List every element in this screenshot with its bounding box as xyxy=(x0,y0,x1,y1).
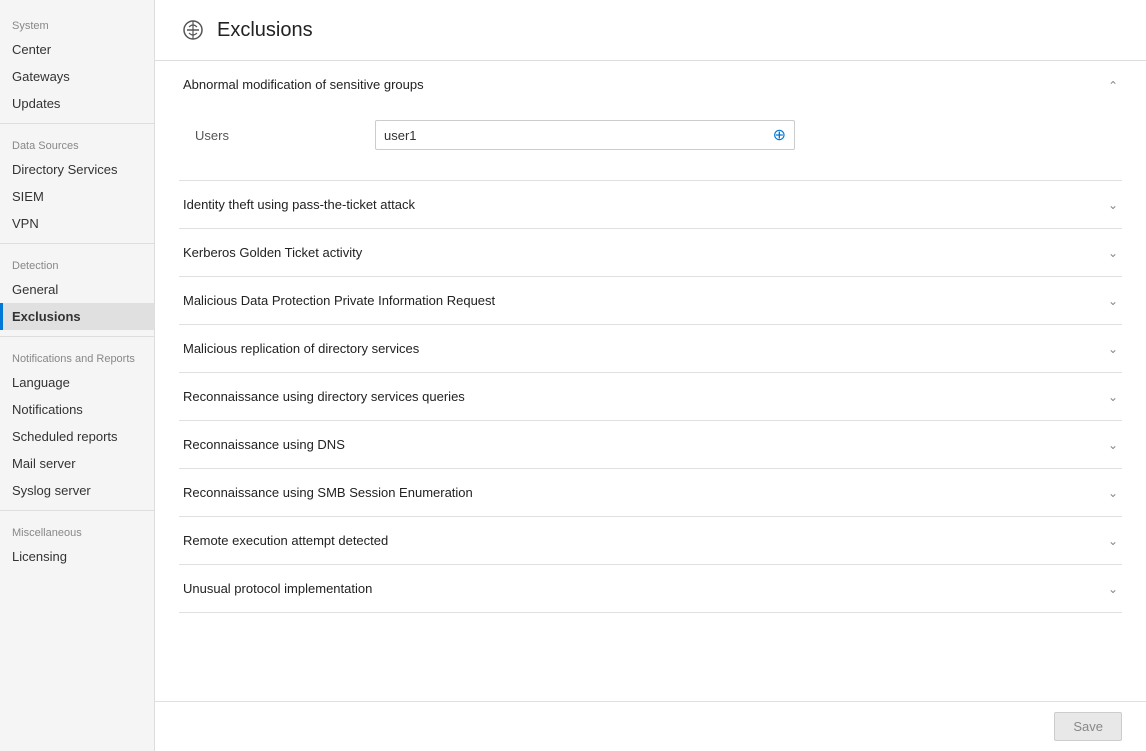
field-row-users: Users ⊕ xyxy=(195,120,1106,150)
accordion-header-recon-directory[interactable]: Reconnaissance using directory services … xyxy=(179,373,1122,420)
users-input[interactable] xyxy=(384,128,767,143)
sidebar-section-1: Data Sources xyxy=(0,130,154,156)
accordion-item-unusual-protocol: Unusual protocol implementation ⌄ xyxy=(179,565,1122,613)
accordion-header-malicious-replication[interactable]: Malicious replication of directory servi… xyxy=(179,325,1122,372)
sidebar-divider xyxy=(0,510,154,511)
chevron-abnormal-modification: ⌄ xyxy=(1108,78,1118,92)
sidebar-item-licensing[interactable]: Licensing xyxy=(0,543,154,570)
chevron-malicious-replication: ⌄ xyxy=(1108,342,1118,356)
sidebar-item-mail-server[interactable]: Mail server xyxy=(0,450,154,477)
accordion-item-malicious-replication: Malicious replication of directory servi… xyxy=(179,325,1122,373)
chevron-recon-smb: ⌄ xyxy=(1108,486,1118,500)
sidebar-item-gateways[interactable]: Gateways xyxy=(0,63,154,90)
accordion-header-remote-execution[interactable]: Remote execution attempt detected ⌄ xyxy=(179,517,1122,564)
accordion-header-recon-dns[interactable]: Reconnaissance using DNS ⌄ xyxy=(179,421,1122,468)
chevron-unusual-protocol: ⌄ xyxy=(1108,582,1118,596)
accordion-item-kerberos-golden: Kerberos Golden Ticket activity ⌄ xyxy=(179,229,1122,277)
chevron-kerberos-golden: ⌄ xyxy=(1108,246,1118,260)
accordion-item-remote-execution: Remote execution attempt detected ⌄ xyxy=(179,517,1122,565)
accordion-title-recon-dns: Reconnaissance using DNS xyxy=(183,437,345,452)
sidebar-divider xyxy=(0,123,154,124)
chevron-identity-theft: ⌄ xyxy=(1108,198,1118,212)
accordion-item-identity-theft: Identity theft using pass-the-ticket att… xyxy=(179,181,1122,229)
sidebar-item-general[interactable]: General xyxy=(0,276,154,303)
accordion-item-malicious-data: Malicious Data Protection Private Inform… xyxy=(179,277,1122,325)
sidebar-section-3: Notifications and Reports xyxy=(0,343,154,369)
accordion-title-abnormal-modification: Abnormal modification of sensitive group… xyxy=(183,77,424,92)
sidebar-item-language[interactable]: Language xyxy=(0,369,154,396)
accordion-item-abnormal-modification: Abnormal modification of sensitive group… xyxy=(179,61,1122,181)
accordion-item-recon-directory: Reconnaissance using directory services … xyxy=(179,373,1122,421)
sidebar: SystemCenterGatewaysUpdatesData SourcesD… xyxy=(0,0,155,751)
sidebar-item-center[interactable]: Center xyxy=(0,36,154,63)
accordion-title-recon-directory: Reconnaissance using directory services … xyxy=(183,389,465,404)
accordion-header-unusual-protocol[interactable]: Unusual protocol implementation ⌄ xyxy=(179,565,1122,612)
exclusions-icon xyxy=(179,16,207,44)
accordion-item-recon-smb: Reconnaissance using SMB Session Enumera… xyxy=(179,469,1122,517)
page-title: Exclusions xyxy=(217,19,313,42)
sidebar-item-exclusions[interactable]: Exclusions xyxy=(0,303,154,330)
accordion-title-malicious-replication: Malicious replication of directory servi… xyxy=(183,341,419,356)
sidebar-item-updates[interactable]: Updates xyxy=(0,90,154,117)
accordion-body-abnormal-modification: Users ⊕ xyxy=(179,108,1122,180)
accordion-header-kerberos-golden[interactable]: Kerberos Golden Ticket activity ⌄ xyxy=(179,229,1122,276)
chevron-recon-directory: ⌄ xyxy=(1108,390,1118,404)
main-content: Exclusions Abnormal modification of sens… xyxy=(155,0,1146,751)
accordion-container: Abnormal modification of sensitive group… xyxy=(155,61,1146,751)
sidebar-section-0: System xyxy=(0,10,154,36)
accordion-title-kerberos-golden: Kerberos Golden Ticket activity xyxy=(183,245,362,260)
sidebar-item-vpn[interactable]: VPN xyxy=(0,210,154,237)
accordion-header-abnormal-modification[interactable]: Abnormal modification of sensitive group… xyxy=(179,61,1122,108)
sidebar-divider xyxy=(0,243,154,244)
accordion-header-recon-smb[interactable]: Reconnaissance using SMB Session Enumera… xyxy=(179,469,1122,516)
chevron-recon-dns: ⌄ xyxy=(1108,438,1118,452)
chevron-malicious-data: ⌄ xyxy=(1108,294,1118,308)
sidebar-item-notifications[interactable]: Notifications xyxy=(0,396,154,423)
accordion-header-identity-theft[interactable]: Identity theft using pass-the-ticket att… xyxy=(179,181,1122,228)
chevron-remote-execution: ⌄ xyxy=(1108,534,1118,548)
sidebar-section-2: Detection xyxy=(0,250,154,276)
sidebar-section-4: Miscellaneous xyxy=(0,517,154,543)
accordion-title-malicious-data: Malicious Data Protection Private Inform… xyxy=(183,293,495,308)
sidebar-item-directory-services[interactable]: Directory Services xyxy=(0,156,154,183)
accordion-title-identity-theft: Identity theft using pass-the-ticket att… xyxy=(183,197,415,212)
accordion-item-recon-dns: Reconnaissance using DNS ⌄ xyxy=(179,421,1122,469)
accordion-title-unusual-protocol: Unusual protocol implementation xyxy=(183,581,372,596)
save-button[interactable]: Save xyxy=(1054,712,1122,741)
accordion-title-remote-execution: Remote execution attempt detected xyxy=(183,533,388,548)
sidebar-divider xyxy=(0,336,154,337)
sidebar-item-scheduled-reports[interactable]: Scheduled reports xyxy=(0,423,154,450)
page-header: Exclusions xyxy=(155,0,1146,61)
accordion-header-malicious-data[interactable]: Malicious Data Protection Private Inform… xyxy=(179,277,1122,324)
sidebar-item-siem[interactable]: SIEM xyxy=(0,183,154,210)
field-label: Users xyxy=(195,128,375,143)
accordion-title-recon-smb: Reconnaissance using SMB Session Enumera… xyxy=(183,485,473,500)
add-user-button[interactable]: ⊕ xyxy=(773,125,786,145)
field-input-wrap: ⊕ xyxy=(375,120,795,150)
footer: Save xyxy=(155,701,1146,751)
sidebar-item-syslog-server[interactable]: Syslog server xyxy=(0,477,154,504)
